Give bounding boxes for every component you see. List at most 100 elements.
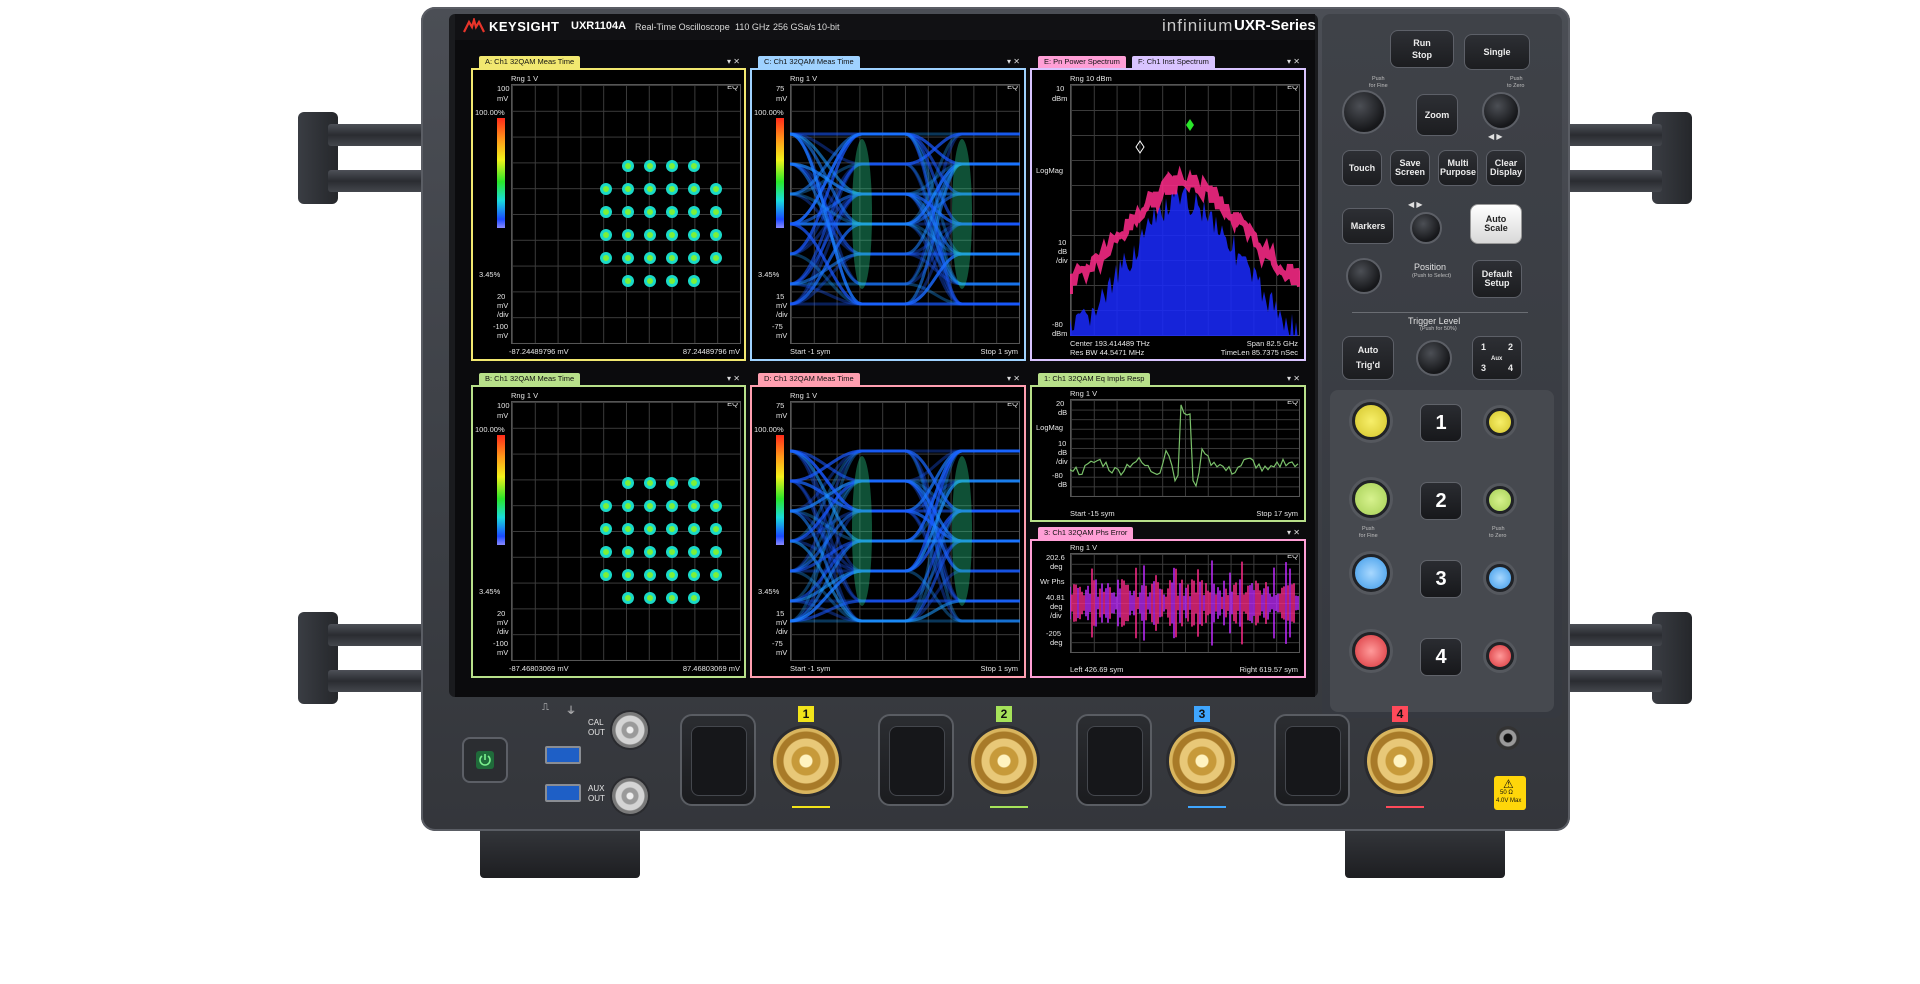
- sample-rate: 256 GSa/s: [773, 22, 816, 32]
- panel-d-eye-diagram[interactable]: D: Ch1 32QAM Meas Time ▾ ✕ Rng 1 V EQ 75…: [750, 373, 1026, 678]
- ch2-offset-knob[interactable]: [1486, 486, 1514, 514]
- panel-c-eye-diagram[interactable]: C: Ch1 32QAM Meas Time ▾ ✕ Rng 1 V EQ 75…: [750, 56, 1026, 361]
- aux-out-connector[interactable]: [612, 778, 648, 814]
- ch3-scale-knob[interactable]: [1352, 554, 1390, 592]
- auto-label: Auto: [1357, 345, 1379, 355]
- panel-b-ref: Rng 1 V: [511, 391, 539, 400]
- ch4-probe-module[interactable]: [1274, 714, 1350, 806]
- panel-c-scale-unit: mV: [776, 301, 788, 310]
- constellation-point-core: [625, 209, 631, 215]
- constellation-point-core: [691, 209, 697, 215]
- left-upper-handle[interactable]: [298, 112, 428, 204]
- panel-e-spectrum[interactable]: E: Pn Power Spectrum F: Ch1 Inst Spectru…: [1030, 56, 1306, 361]
- panel-d-tab[interactable]: D: Ch1 32QAM Meas Time: [758, 373, 860, 385]
- save-screen-button[interactable]: Save Screen: [1390, 150, 1430, 186]
- ch2-input-connector[interactable]: [971, 728, 1037, 794]
- trigger-level-knob[interactable]: [1416, 340, 1452, 376]
- panel-g-impulse-response[interactable]: 1: Ch1 32QAM Eq Impls Resp ▾ ✕ Rng 1 V E…: [1030, 373, 1306, 522]
- usb-port-1[interactable]: [545, 746, 581, 764]
- auto-trigd-button[interactable]: Auto Trig'd: [1342, 336, 1394, 380]
- panel-f-tab[interactable]: F: Ch1 Inst Spectrum: [1132, 56, 1215, 68]
- marker-knob[interactable]: [1410, 212, 1442, 244]
- horizontal-scale-knob[interactable]: [1342, 90, 1386, 134]
- panel-b-tab[interactable]: B: Ch1 32QAM Meas Time: [479, 373, 581, 385]
- constellation-point-core: [625, 278, 631, 284]
- panel-c-window-controls[interactable]: ▾ ✕: [1007, 57, 1020, 66]
- panel-a-constellation[interactable]: A: Ch1 32QAM Meas Time ▾ ✕ Rng 1 V EQ 10…: [471, 56, 746, 361]
- ch2-button[interactable]: 2: [1420, 482, 1462, 520]
- run-stop-button[interactable]: Run Stop: [1390, 30, 1454, 68]
- auto-scale-button[interactable]: Auto Scale: [1470, 204, 1522, 244]
- ch3-probe-module[interactable]: [1076, 714, 1152, 806]
- panel-h-tab[interactable]: 3: Ch1 32QAM Phs Error: [1038, 527, 1134, 539]
- constellation-point-core: [603, 255, 609, 261]
- ground-jack[interactable]: [1496, 726, 1520, 750]
- ch2-probe-module[interactable]: [878, 714, 954, 806]
- warning-voltage: 4.0V Max: [1496, 798, 1522, 804]
- panel-d-window-controls[interactable]: ▾ ✕: [1007, 374, 1020, 383]
- ch3-input-connector[interactable]: [1169, 728, 1235, 794]
- trig-src-4: 4: [1507, 363, 1513, 373]
- right-lower-handle[interactable]: [1564, 612, 1694, 704]
- panel-e-window-controls[interactable]: ▾ ✕: [1287, 57, 1300, 66]
- ch3-button[interactable]: 3: [1420, 560, 1462, 598]
- ch1-scale-knob[interactable]: [1352, 402, 1390, 440]
- panel-b-window-controls[interactable]: ▾ ✕: [727, 374, 740, 383]
- ch4-offset-knob[interactable]: [1486, 642, 1514, 670]
- clear-display-button[interactable]: Clear Display: [1486, 150, 1526, 186]
- cal-out-connector[interactable]: [612, 712, 648, 748]
- markers-button[interactable]: Markers: [1342, 208, 1394, 244]
- horizontal-position-knob[interactable]: [1482, 92, 1520, 130]
- panel-g-tab[interactable]: 1: Ch1 32QAM Eq Impls Resp: [1038, 373, 1151, 385]
- panel-a-window-controls[interactable]: ▾ ✕: [727, 57, 740, 66]
- zoom-button[interactable]: Zoom: [1416, 94, 1458, 136]
- trigger-source-button[interactable]: 1 2 Aux 3 4: [1472, 336, 1522, 380]
- ch2-label: 2: [1435, 489, 1447, 512]
- touch-button[interactable]: Touch: [1342, 150, 1382, 186]
- panel-a-ybot-unit: mV: [497, 331, 509, 340]
- default-setup-button[interactable]: Default Setup: [1472, 260, 1522, 298]
- ch1-button[interactable]: 1: [1420, 404, 1462, 442]
- panel-e-mode: LogMag: [1036, 166, 1064, 175]
- constellation-point-core: [691, 163, 697, 169]
- push-fine-b1: Push: [1362, 526, 1375, 532]
- constellation-point-core: [603, 526, 609, 532]
- ch1-offset-knob[interactable]: [1486, 408, 1514, 436]
- ch4-scale-knob[interactable]: [1352, 632, 1390, 670]
- panel-e-tab[interactable]: E: Pn Power Spectrum: [1038, 56, 1126, 68]
- ch1-underline: [792, 806, 830, 808]
- trig-src-3: 3: [1481, 363, 1487, 373]
- constellation-point-core: [691, 549, 697, 555]
- constellation-point-core: [647, 595, 653, 601]
- ch4-button[interactable]: 4: [1420, 638, 1462, 676]
- ch3-offset-knob[interactable]: [1486, 564, 1514, 592]
- panel-a-ref: Rng 1 V: [511, 74, 539, 83]
- panel-b-pct-bot: 3.45%: [479, 587, 501, 596]
- panel-h-scale-unit: deg: [1050, 602, 1063, 611]
- constellation-point-core: [625, 503, 631, 509]
- multi-purpose-button[interactable]: Multi Purpose: [1438, 150, 1478, 186]
- ch1-input-connector[interactable]: [773, 728, 839, 794]
- ch4-input-connector[interactable]: [1367, 728, 1433, 794]
- usb-port-2[interactable]: [545, 784, 581, 802]
- panel-a-tab[interactable]: A: Ch1 32QAM Meas Time: [479, 56, 581, 68]
- ch1-probe-module[interactable]: [680, 714, 756, 806]
- panel-c-tab[interactable]: C: Ch1 32QAM Meas Time: [758, 56, 860, 68]
- panel-h-phase-error[interactable]: 3: Ch1 32QAM Phs Error ▾ ✕ Rng 1 V EQ 20…: [1030, 527, 1306, 678]
- panel-g-ybot: -80: [1052, 471, 1063, 480]
- series-name: UXR-Series: [1234, 17, 1316, 34]
- right-upper-handle[interactable]: [1564, 112, 1694, 204]
- panel-b-constellation[interactable]: B: Ch1 32QAM Meas Time ▾ ✕ Rng 1 V EQ 10…: [471, 373, 746, 678]
- panel-d-ybot: -75: [772, 639, 783, 648]
- power-button[interactable]: [462, 737, 508, 783]
- panel-g-window-controls[interactable]: ▾ ✕: [1287, 374, 1300, 383]
- constellation-point-core: [691, 255, 697, 261]
- single-button[interactable]: Single: [1464, 34, 1530, 70]
- panel-d-right: Stop 1 sym: [980, 664, 1018, 673]
- run-label: Run: [1413, 37, 1431, 48]
- panel-h-window-controls[interactable]: ▾ ✕: [1287, 528, 1300, 537]
- ch2-scale-knob[interactable]: [1352, 480, 1390, 518]
- position-knob[interactable]: [1346, 258, 1382, 294]
- panel-g-left: Start -15 sym: [1070, 509, 1115, 518]
- left-lower-handle[interactable]: [298, 612, 428, 704]
